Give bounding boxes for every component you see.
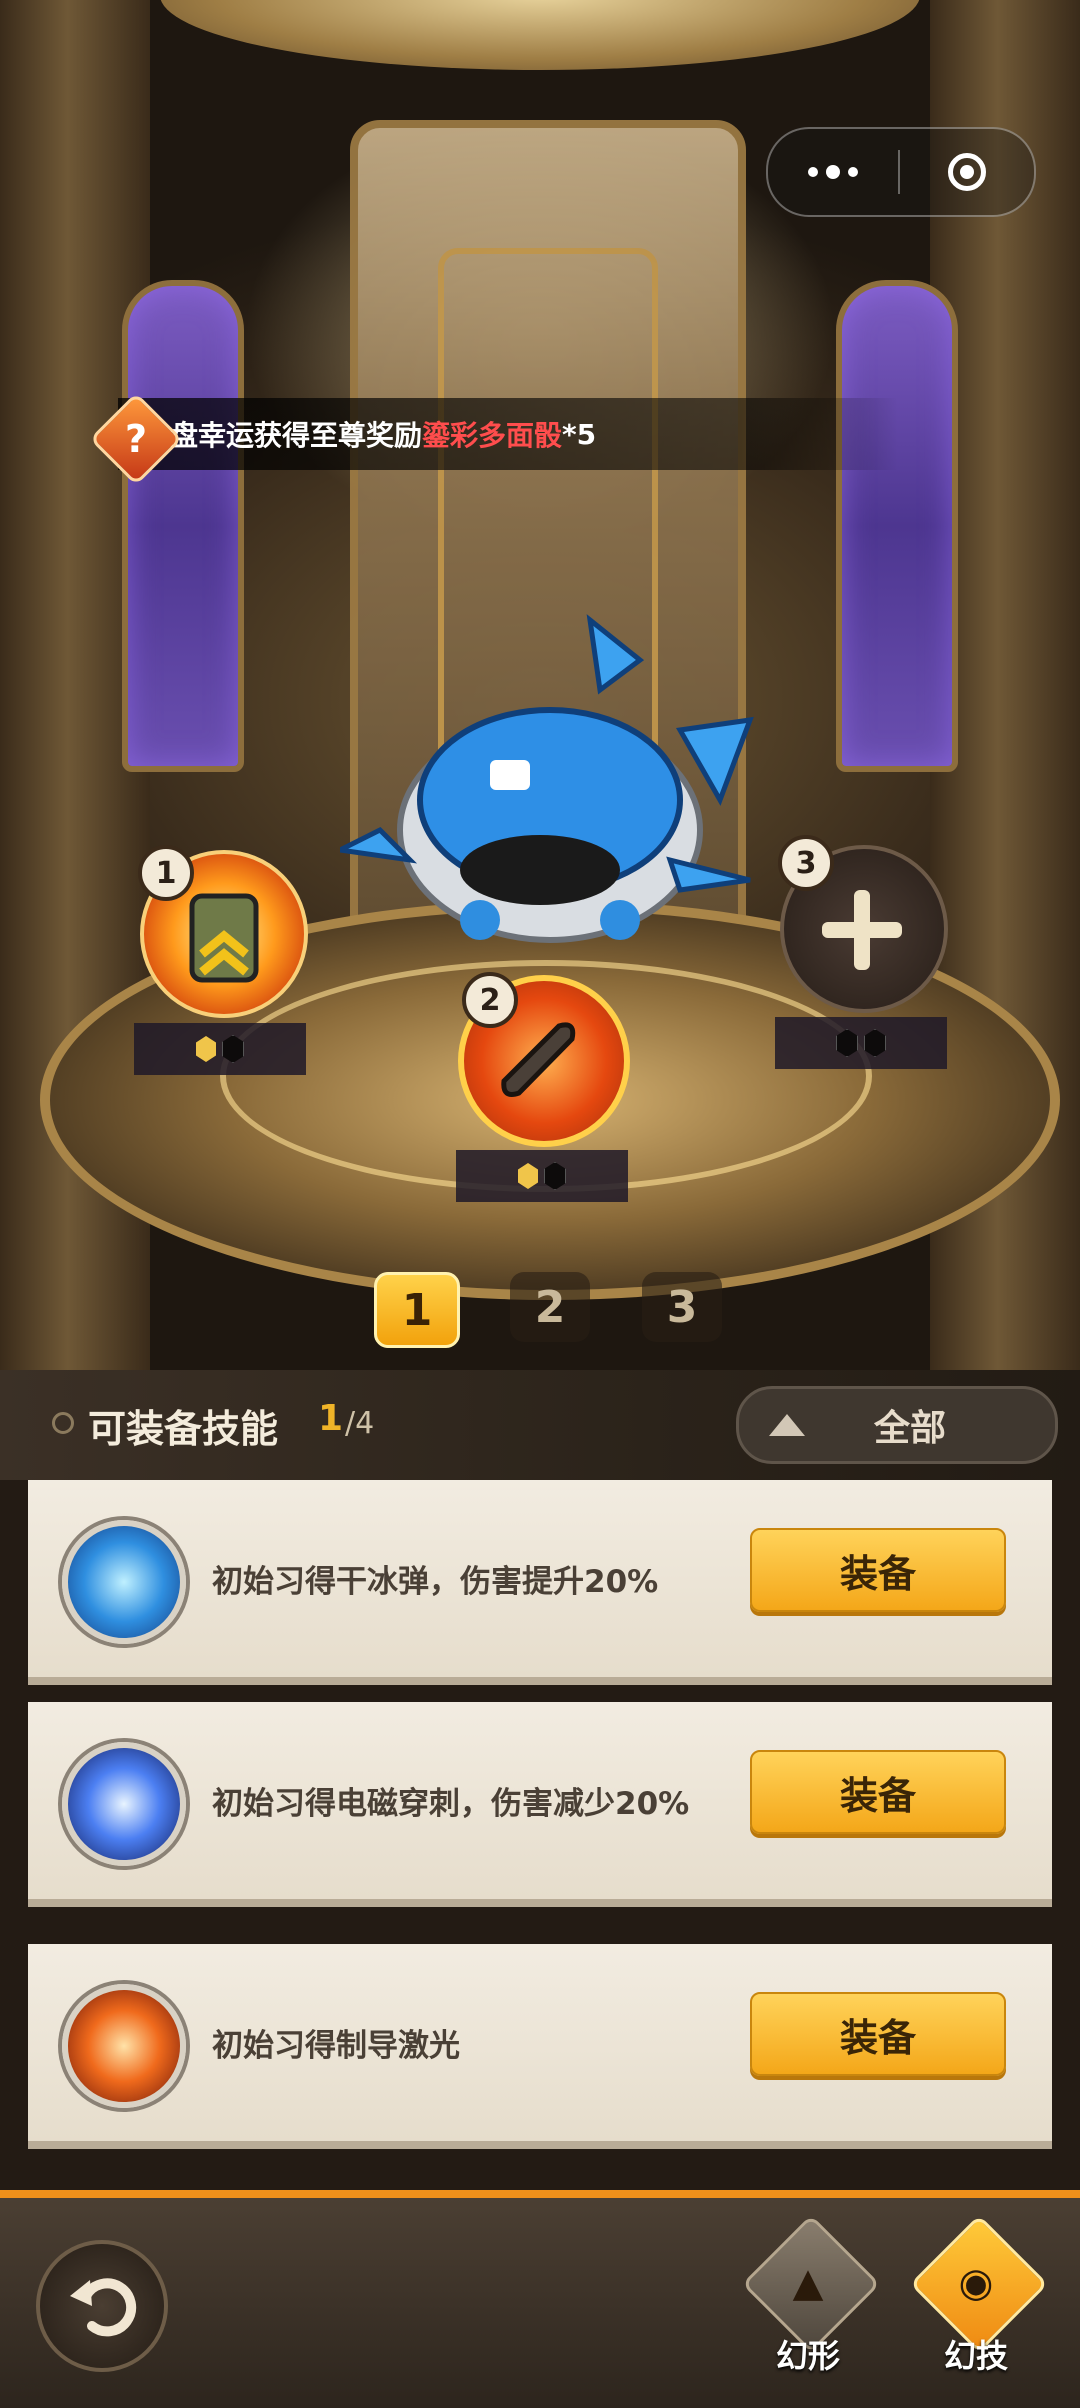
gem-gold-icon <box>518 1163 538 1189</box>
notice-prefix: 盘幸运获得至尊奖励 <box>170 419 423 452</box>
skill-card: 初始习得电磁穿刺，伤害减少20% 装备 <box>28 1702 1052 1907</box>
skill-tab-label: 幻技 <box>943 2337 1008 2375</box>
slot-1-number: 1 <box>138 845 194 901</box>
gem-empty-icon <box>836 1029 858 1057</box>
skill-description: 初始习得电磁穿刺，伤害减少20% <box>212 1786 690 1822</box>
slot-1-gems <box>134 1023 306 1075</box>
slot-3-gems <box>775 1017 947 1069</box>
page-tab-3[interactable]: 3 <box>642 1272 722 1342</box>
left-window <box>122 280 244 772</box>
equip-button[interactable]: 装备 <box>750 1750 1006 1834</box>
panel-title: 可装备技能 <box>88 1407 279 1451</box>
notice-suffix: *5 <box>562 417 597 451</box>
ice-missile-icon <box>62 1520 186 1644</box>
triangle-up-icon <box>769 1414 805 1436</box>
swirl-icon: ◉ <box>958 2260 994 2306</box>
back-arrow-icon <box>70 2278 137 2337</box>
page-tab-2[interactable]: 2 <box>510 1272 590 1342</box>
skill-description: 初始习得干冰弹，伤害提升20% <box>212 1564 659 1600</box>
equipped-total: /4 <box>345 1406 375 1441</box>
equip-button[interactable]: 装备 <box>750 1992 1006 2076</box>
skill-card: 初始习得制导激光 装备 <box>28 1944 1052 2149</box>
form-tab-label: 幻形 <box>775 2337 840 2375</box>
plus-icon[interactable] <box>812 880 912 980</box>
gem-empty-icon <box>864 1029 886 1057</box>
target-icon[interactable] <box>900 153 1034 191</box>
filter-dropdown[interactable]: 全部 <box>736 1386 1058 1464</box>
page-tab-1[interactable]: 1 <box>374 1272 460 1348</box>
shark-mecha-character <box>340 614 754 943</box>
slot-2-gems <box>456 1150 628 1202</box>
gem-gold-icon <box>196 1036 216 1062</box>
mini-program-capsule <box>766 127 1036 217</box>
skill-tab[interactable]: ◉ 幻技 <box>909 2214 1049 2375</box>
equipped-count: 1 <box>318 1398 344 1439</box>
slot-2-number: 2 <box>462 972 518 1028</box>
skill-description: 初始习得制导激光 <box>212 2028 460 2064</box>
notice-highlight: 鎏彩多面骰 <box>422 419 563 452</box>
reward-notice: 盘幸运获得至尊奖励 鎏彩多面骰 *5 <box>118 398 898 470</box>
lightning-pierce-icon <box>62 1742 186 1866</box>
right-window <box>836 280 958 772</box>
slot-3-number: 3 <box>778 835 834 891</box>
wolf-icon: ▲ <box>792 2260 824 2306</box>
form-tab[interactable]: ▲ 幻形 <box>741 2214 881 2375</box>
ceiling-lamp <box>160 0 920 70</box>
guided-laser-icon <box>62 1984 186 2108</box>
gem-empty-icon <box>222 1035 244 1063</box>
equip-button[interactable]: 装备 <box>750 1528 1006 1612</box>
skill-card: 初始习得干冰弹，伤害提升20% 装备 <box>28 1480 1052 1685</box>
filter-label: 全部 <box>873 1408 946 1449</box>
header-dot-icon <box>52 1412 74 1434</box>
more-dots-icon[interactable] <box>768 165 898 179</box>
back-button[interactable] <box>36 2240 168 2372</box>
gem-empty-icon <box>544 1162 566 1190</box>
